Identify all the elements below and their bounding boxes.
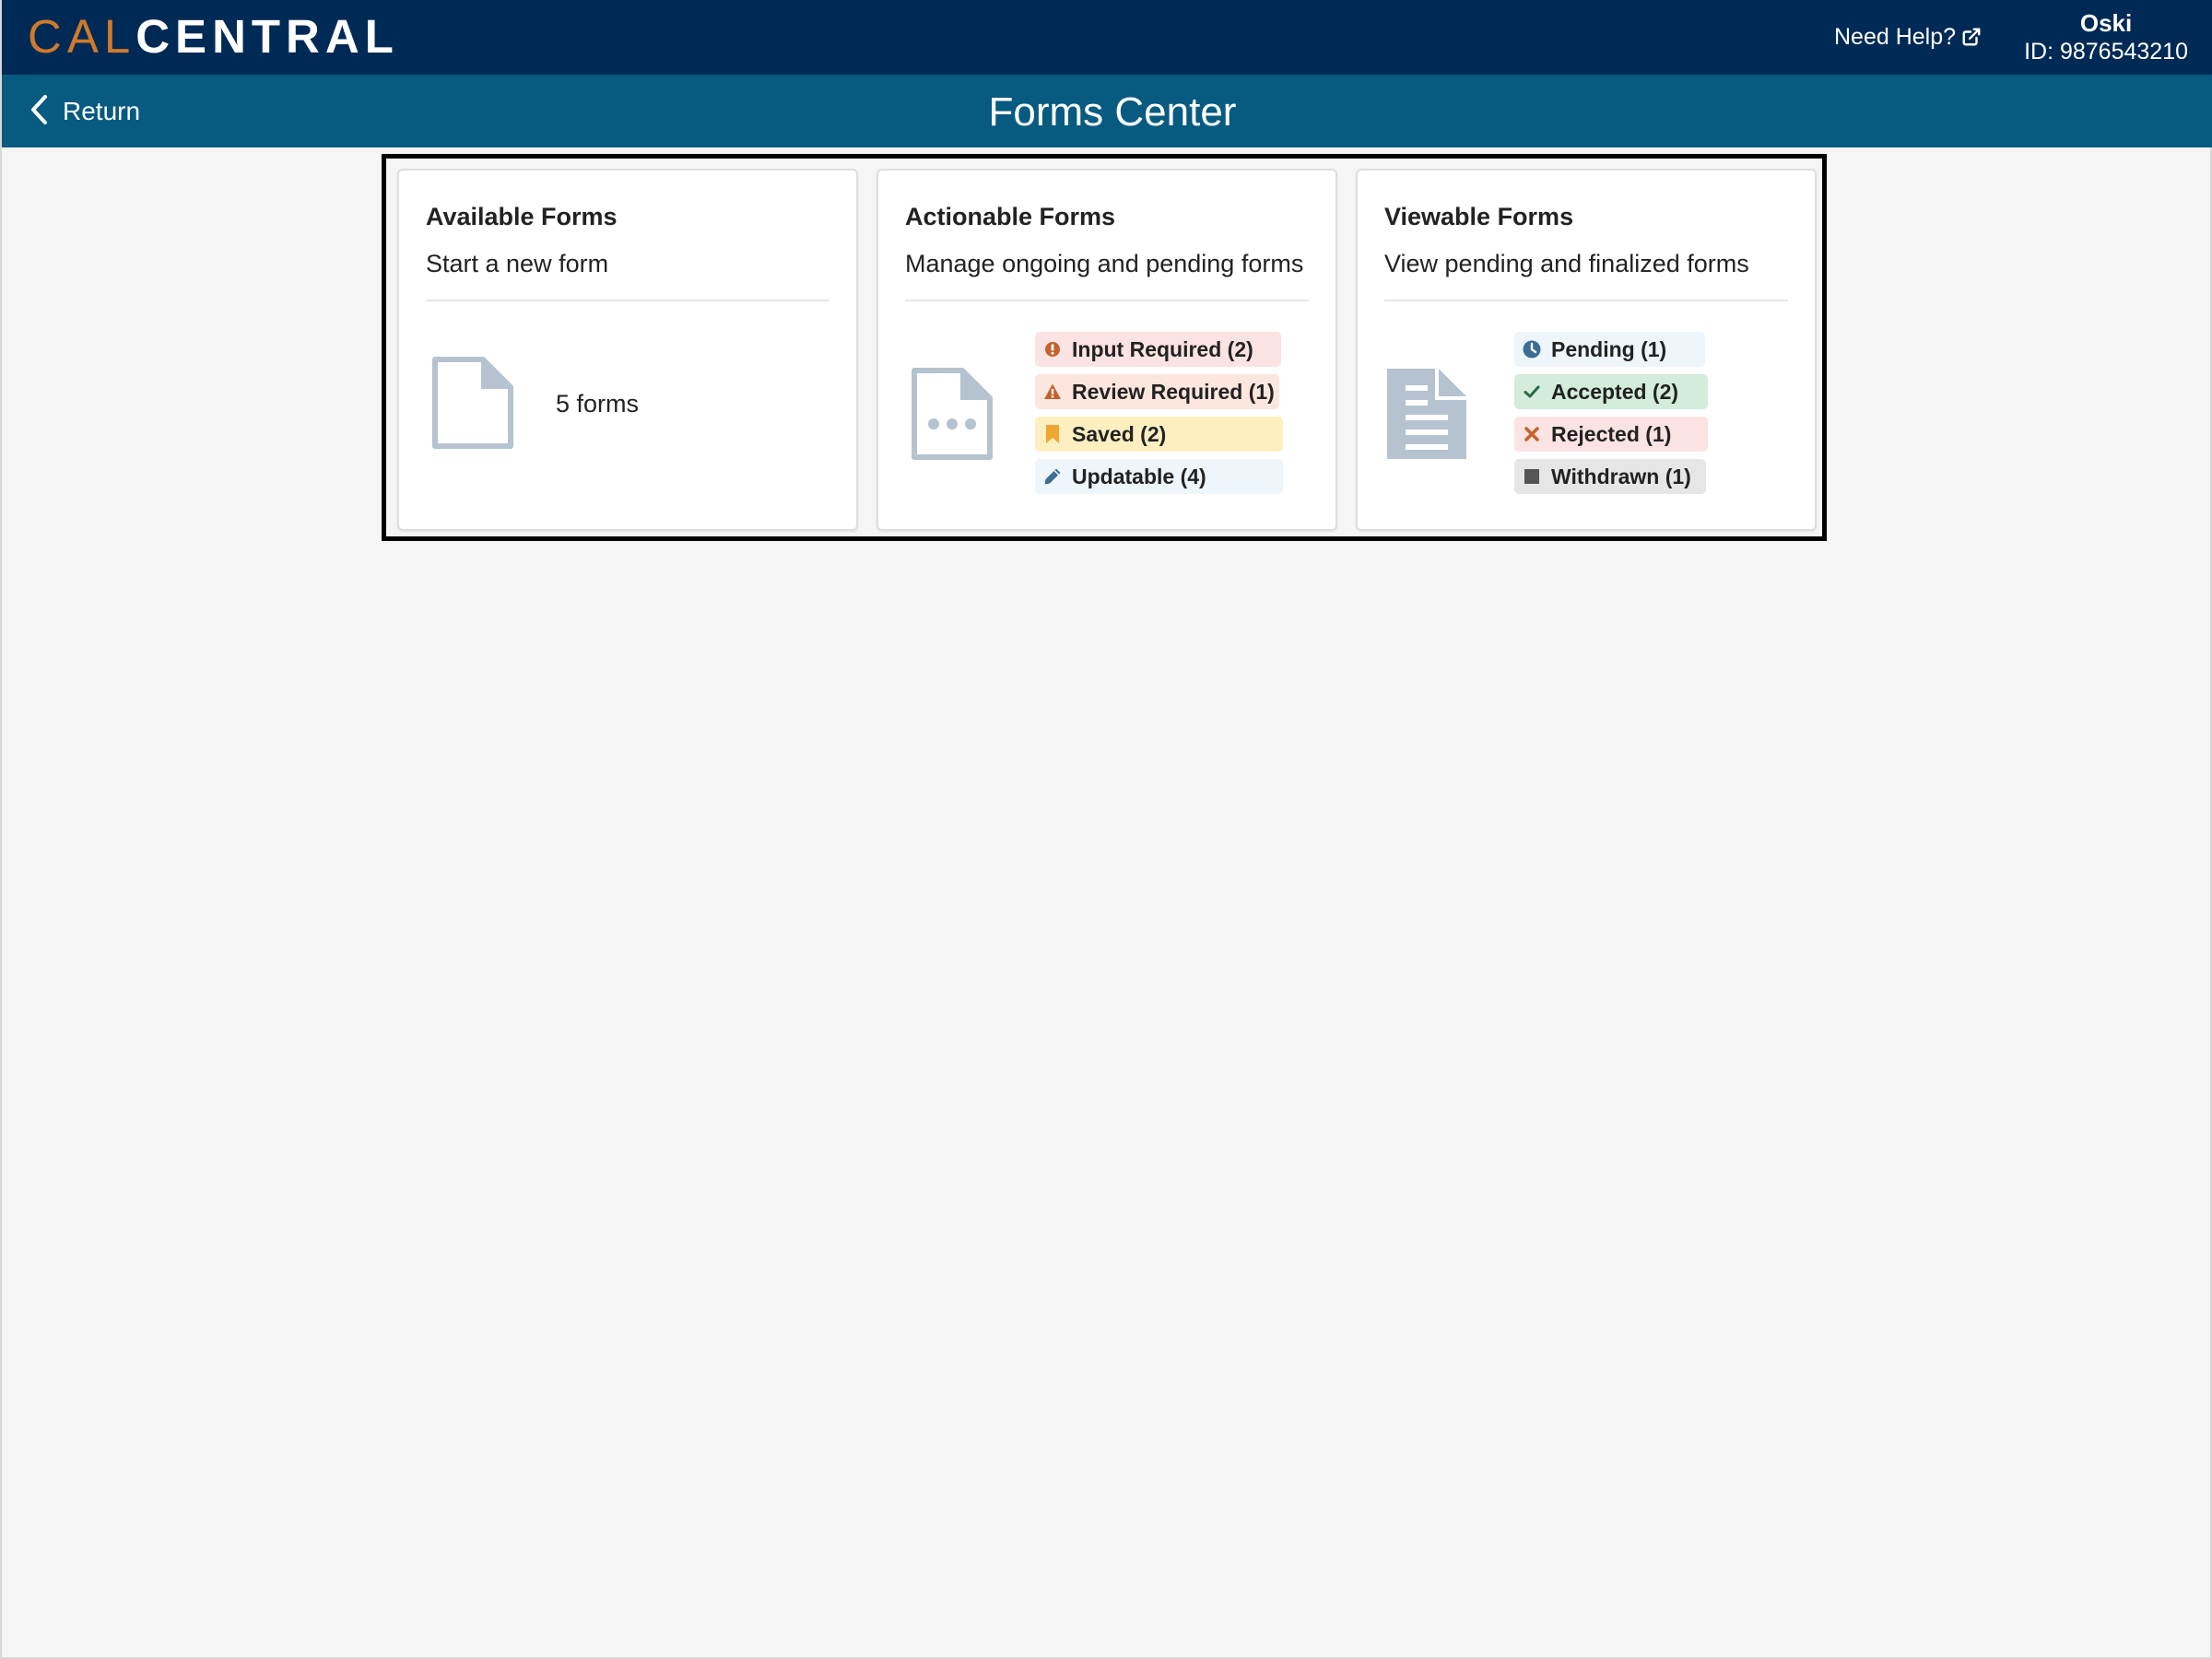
sub-header: Return Forms Center <box>2 75 2212 147</box>
withdrawn-badge[interactable]: Withdrawn (1) <box>1514 459 1706 494</box>
logo-central-text: CENTRAL <box>135 10 399 63</box>
need-help-link[interactable]: Need Help? <box>1834 22 1982 52</box>
card-title: Viewable Forms <box>1384 203 1574 230</box>
card-subtitle: View pending and finalized forms <box>1384 250 1749 277</box>
page-title: Forms Center <box>988 89 1237 135</box>
top-header: CALCENTRAL Need Help? Oski ID: 987654321… <box>2 0 2212 75</box>
available-forms-card[interactable]: Available Forms Start a new form 5 forms <box>397 169 858 531</box>
badge-label: Rejected (1) <box>1551 422 1672 446</box>
accepted-badge[interactable]: Accepted (2) <box>1514 374 1708 409</box>
viewable-forms-card[interactable]: Viewable Forms View pending and finalize… <box>1356 169 1817 531</box>
badge-label: Accepted (2) <box>1551 380 1679 404</box>
user-name: Oski <box>2079 9 2133 37</box>
divider <box>905 300 1309 301</box>
x-icon <box>1524 427 1539 441</box>
divider <box>1384 300 1788 301</box>
need-help-label: Need Help? <box>1834 24 1957 50</box>
user-info[interactable]: Oski ID: 9876543210 <box>2024 9 2188 66</box>
badge-label: Input Required (2) <box>1072 337 1253 361</box>
saved-badge[interactable]: Saved (2) <box>1035 417 1283 452</box>
clock-icon <box>1523 340 1541 359</box>
pending-badge[interactable]: Pending (1) <box>1514 332 1705 367</box>
updatable-badge[interactable]: Updatable (4) <box>1035 459 1283 494</box>
logo-cal-text: CAL <box>28 10 136 63</box>
review-required-badge[interactable]: Review Required (1) <box>1035 374 1279 409</box>
calcentral-logo[interactable]: CALCENTRAL <box>28 7 399 66</box>
divider <box>426 300 830 301</box>
user-id: ID: 9876543210 <box>2024 39 2188 65</box>
external-link-icon <box>1962 28 1981 46</box>
warning-triangle-icon <box>1044 383 1061 399</box>
badge-label: Saved (2) <box>1072 422 1167 446</box>
forms-count: 5 forms <box>556 390 640 418</box>
badge-label: Withdrawn (1) <box>1551 465 1691 488</box>
card-subtitle: Manage ongoing and pending forms <box>905 250 1304 277</box>
bookmark-icon <box>1046 425 1059 443</box>
file-ellipsis-icon <box>912 368 993 460</box>
exclamation-circle-icon <box>1045 342 1060 357</box>
input-required-badge[interactable]: Input Required (2) <box>1035 332 1281 367</box>
card-title: Available Forms <box>426 203 618 230</box>
badge-label: Pending (1) <box>1551 337 1667 361</box>
square-icon <box>1524 469 1539 484</box>
card-subtitle: Start a new form <box>426 250 609 277</box>
file-text-icon <box>1387 369 1466 459</box>
badge-label: Updatable (4) <box>1072 465 1206 488</box>
badge-label: Review Required (1) <box>1072 380 1275 404</box>
rejected-badge[interactable]: Rejected (1) <box>1514 417 1708 452</box>
card-title: Actionable Forms <box>905 203 1116 230</box>
actionable-forms-card[interactable]: Actionable Forms Manage ongoing and pend… <box>877 169 1337 531</box>
pencil-icon <box>1044 468 1061 485</box>
file-outline-icon <box>432 357 513 449</box>
check-icon <box>1524 385 1540 398</box>
forms-cards-container: Available Forms Start a new form 5 forms… <box>382 154 1827 541</box>
